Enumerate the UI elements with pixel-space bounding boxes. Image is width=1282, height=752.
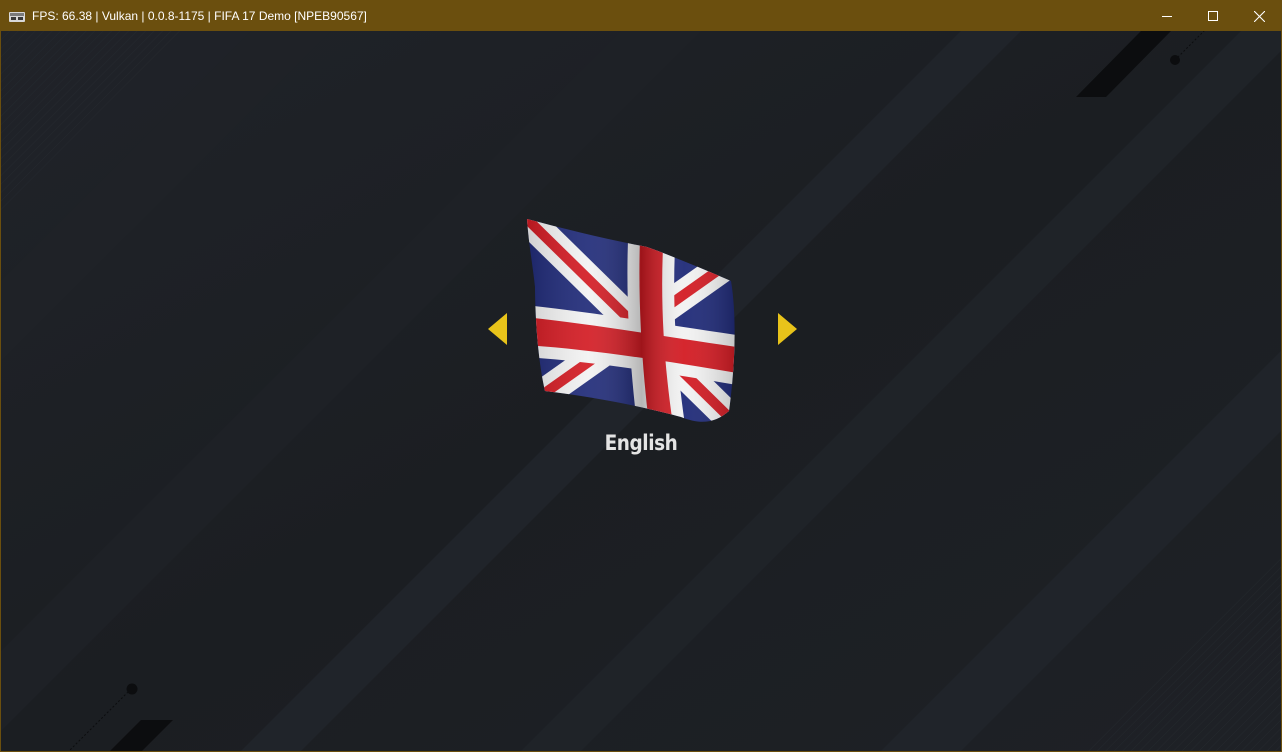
rpcs3-icon	[9, 10, 25, 22]
previous-language-button[interactable]	[486, 312, 508, 346]
game-viewport[interactable]: English	[1, 31, 1281, 751]
title-bar[interactable]: FPS: 66.38 | Vulkan | 0.0.8-1175 | FIFA …	[1, 1, 1281, 31]
maximize-button[interactable]	[1190, 1, 1236, 31]
app-window: FPS: 66.38 | Vulkan | 0.0.8-1175 | FIFA …	[0, 0, 1282, 752]
close-button[interactable]	[1236, 1, 1281, 31]
window-title: FPS: 66.38 | Vulkan | 0.0.8-1175 | FIFA …	[32, 9, 367, 23]
arrow-left-icon	[486, 313, 508, 350]
arrow-right-icon	[777, 313, 799, 350]
minimize-button[interactable]	[1144, 1, 1190, 31]
union-jack-flag	[525, 217, 737, 425]
maximize-icon	[1208, 11, 1218, 21]
minimize-icon	[1162, 11, 1172, 21]
language-name: English	[604, 431, 678, 455]
next-language-button[interactable]	[777, 312, 799, 346]
close-icon	[1253, 10, 1265, 22]
